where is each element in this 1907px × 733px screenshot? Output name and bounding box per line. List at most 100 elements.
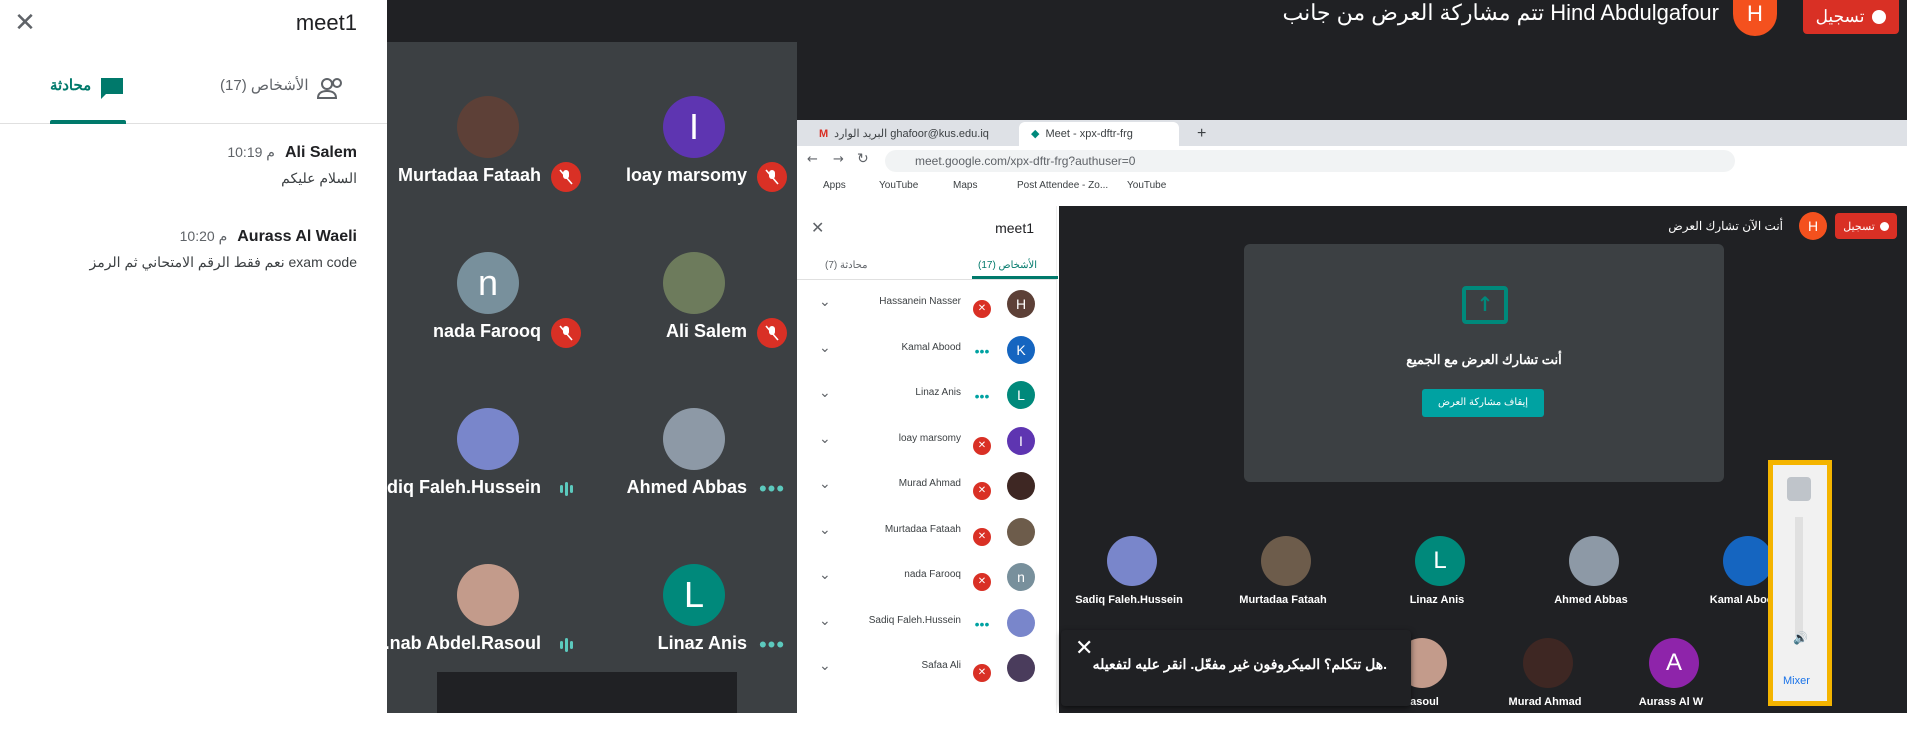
participant-tile[interactable]: Ali Salem bbox=[593, 204, 793, 360]
browser-tab-label: البريد الوارد ghafoor@kus.edu.iq bbox=[834, 128, 989, 140]
chevron-down-icon[interactable]: ⌄ bbox=[819, 476, 831, 492]
people-icon bbox=[316, 78, 342, 99]
tab-people[interactable]: الأشخاص (17) bbox=[220, 76, 345, 124]
participant-name: loay marsomy bbox=[625, 165, 747, 185]
participant-row[interactable]: ⌄ nada Farooq ✕ n bbox=[797, 555, 1057, 600]
mic-off-icon bbox=[551, 318, 581, 348]
chevron-down-icon[interactable]: ⌄ bbox=[819, 431, 831, 447]
participant-avatar bbox=[457, 564, 519, 626]
participant-row[interactable]: ⌄ loay marsomy ✕ I bbox=[797, 419, 1057, 464]
chevron-down-icon[interactable]: ⌄ bbox=[819, 340, 831, 356]
participant-avatar: I bbox=[663, 96, 725, 158]
participant-name: Murad Ahmad bbox=[898, 478, 961, 489]
record-label: تسجيل bbox=[1815, 7, 1865, 26]
participant-row[interactable]: ⌄ Kamal Abood ••• K bbox=[797, 328, 1057, 373]
presenting-card: ↑ أنت تشارك العرض مع الجميع إيقاف مشاركة… bbox=[1244, 244, 1724, 482]
tab-chat[interactable]: محادثة bbox=[50, 76, 126, 124]
volume-popup: 🔊 Mixer bbox=[1768, 460, 1832, 706]
participant-name: ...diq Faleh.Hussein bbox=[371, 477, 541, 497]
gmail-icon: M bbox=[819, 128, 829, 140]
volume-slider[interactable] bbox=[1795, 517, 1803, 637]
bookmark-item[interactable]: YouTube bbox=[879, 180, 918, 191]
participant-avatar bbox=[663, 408, 725, 470]
bookmark-item[interactable]: YouTube bbox=[1127, 180, 1166, 191]
chevron-down-icon[interactable]: ⌄ bbox=[819, 294, 831, 310]
filmstrip-tile[interactable]: A Aurass Al W bbox=[1611, 638, 1731, 713]
filmstrip-tile[interactable]: L Linaz Anis bbox=[1377, 536, 1497, 616]
close-icon[interactable]: ✕ bbox=[10, 8, 40, 38]
stop-presenting-button[interactable]: إيقاف مشاركة العرض bbox=[1422, 389, 1544, 417]
mixer-link[interactable]: Mixer bbox=[1783, 675, 1810, 687]
participant-row[interactable]: ⌄ Sadiq Faleh.Hussein ••• bbox=[797, 601, 1057, 646]
inner-top-bar: أنت الآن تشارك العرض H تسجيل bbox=[1668, 212, 1897, 240]
mic-off-icon bbox=[757, 318, 787, 348]
browser-tab-meet[interactable]: ◆ Meet - xpx-dftr-frg bbox=[1019, 122, 1179, 146]
filmstrip-tile[interactable]: Ahmed Abbas bbox=[1531, 536, 1651, 616]
inner-panel-tabs: محادثة (7) الأشخاص (17) bbox=[797, 252, 1058, 280]
presenter-avatar: H bbox=[1733, 0, 1777, 36]
presenting-banner: تتم مشاركة العرض من جانب Hind Abdulgafou… bbox=[1282, 0, 1720, 25]
mic-off-icon: ✕ bbox=[973, 300, 991, 318]
participant-tile[interactable]: L Linaz Anis ••• bbox=[593, 516, 793, 672]
record-button[interactable]: تسجيل bbox=[1803, 0, 1899, 34]
participant-tile[interactable]: Murtadaa Fataah bbox=[387, 48, 587, 204]
inner-tab-chat[interactable]: محادثة (7) bbox=[825, 260, 867, 271]
inner-record-button[interactable]: تسجيل bbox=[1835, 213, 1897, 239]
participant-avatar: L bbox=[1007, 381, 1035, 409]
participant-tile[interactable]: ...nab Abdel.Rasoul bbox=[375, 516, 587, 672]
message-time: 10:19 م bbox=[227, 144, 275, 160]
participant-avatar: n bbox=[1007, 563, 1035, 591]
participant-avatar: A bbox=[1649, 638, 1699, 688]
participant-avatar bbox=[1007, 472, 1035, 500]
url-field[interactable]: meet.google.com/xpx-dftr-frg?authuser=0 bbox=[885, 150, 1735, 172]
bottom-bar bbox=[387, 713, 1907, 733]
inner-tab-people-label: الأشخاص (17) bbox=[977, 260, 1037, 271]
participant-name: loay marsomy bbox=[898, 432, 961, 444]
participant-name: Ahmed Abbas bbox=[1554, 594, 1628, 606]
message-sender: Ali Salem bbox=[284, 144, 357, 161]
participant-name: Linaz Anis bbox=[657, 633, 747, 653]
participant-tile[interactable]: ...diq Faleh.Hussein bbox=[372, 360, 587, 516]
participant-row[interactable]: ⌄ Safaa Ali ✕ bbox=[797, 646, 1057, 691]
close-icon[interactable]: ✕ bbox=[1075, 636, 1093, 661]
participant-avatar bbox=[1569, 536, 1619, 586]
shared-screen: M البريد الوارد ghafoor@kus.edu.iq ◆ Meet … bbox=[797, 120, 1907, 713]
chevron-down-icon[interactable]: ⌄ bbox=[819, 385, 831, 401]
tab-underline bbox=[50, 120, 126, 124]
chat-icon bbox=[101, 78, 124, 99]
participant-row[interactable]: ⌄ Hassanein Nasser ✕ H bbox=[797, 282, 1057, 327]
inner-tab-people[interactable]: الأشخاص (17) bbox=[971, 260, 1058, 279]
participant-tile[interactable]: I loay marsomy bbox=[593, 48, 793, 204]
bookmark-item[interactable]: Post Attendee - Zo... bbox=[1017, 180, 1108, 191]
participant-avatar: n bbox=[457, 252, 519, 314]
chevron-down-icon[interactable]: ⌄ bbox=[819, 613, 831, 629]
bookmark-item[interactable]: Apps bbox=[823, 180, 846, 191]
filmstrip-tile[interactable]: Murad Ahmad bbox=[1485, 638, 1605, 713]
presenting-card-text: أنت تشارك العرض مع الجميع bbox=[1406, 352, 1562, 367]
bookmarks-bar: Apps YouTube Maps Post Attendee - Zo... … bbox=[797, 176, 1907, 196]
new-tab-icon[interactable]: + bbox=[1185, 122, 1206, 146]
participant-row[interactable]: ⌄ Linaz Anis ••• L bbox=[797, 373, 1057, 418]
participant-tile[interactable]: n nada Farooq bbox=[387, 204, 587, 360]
chevron-down-icon[interactable]: ⌄ bbox=[819, 522, 831, 538]
chevron-down-icon[interactable]: ⌄ bbox=[819, 658, 831, 674]
participant-row[interactable]: ⌄ Murtadaa Fataah ✕ bbox=[797, 510, 1057, 555]
reload-icon[interactable]: ↻ bbox=[857, 151, 869, 167]
filmstrip-tile[interactable]: Murtadaa Fataah bbox=[1223, 536, 1343, 616]
bookmark-item[interactable]: Maps bbox=[953, 180, 977, 191]
browser-tab-gmail[interactable]: M البريد الوارد ghafoor@kus.edu.iq bbox=[807, 122, 1017, 146]
filmstrip-tile[interactable]: Sadiq Faleh.Hussein bbox=[1069, 536, 1189, 616]
forward-icon[interactable]: → bbox=[833, 152, 844, 167]
close-icon[interactable]: ✕ bbox=[811, 218, 824, 237]
participant-avatar: H bbox=[1007, 290, 1035, 318]
participant-avatar bbox=[1523, 638, 1573, 688]
speaker-icon[interactable]: 🔊 bbox=[1793, 631, 1808, 645]
chevron-down-icon[interactable]: ⌄ bbox=[819, 567, 831, 583]
participant-tile[interactable]: Ahmed Abbas ••• bbox=[593, 360, 793, 516]
audio-dots-icon: ••• bbox=[758, 632, 786, 657]
participant-name: nada Farooq bbox=[904, 569, 961, 580]
participant-row[interactable]: ⌄ Murad Ahmad ✕ bbox=[797, 464, 1057, 509]
participant-name: Sadiq Faleh.Hussein bbox=[1075, 594, 1183, 606]
back-icon[interactable]: ← bbox=[807, 152, 818, 167]
message-sender: Aurass Al Waeli bbox=[237, 228, 357, 245]
